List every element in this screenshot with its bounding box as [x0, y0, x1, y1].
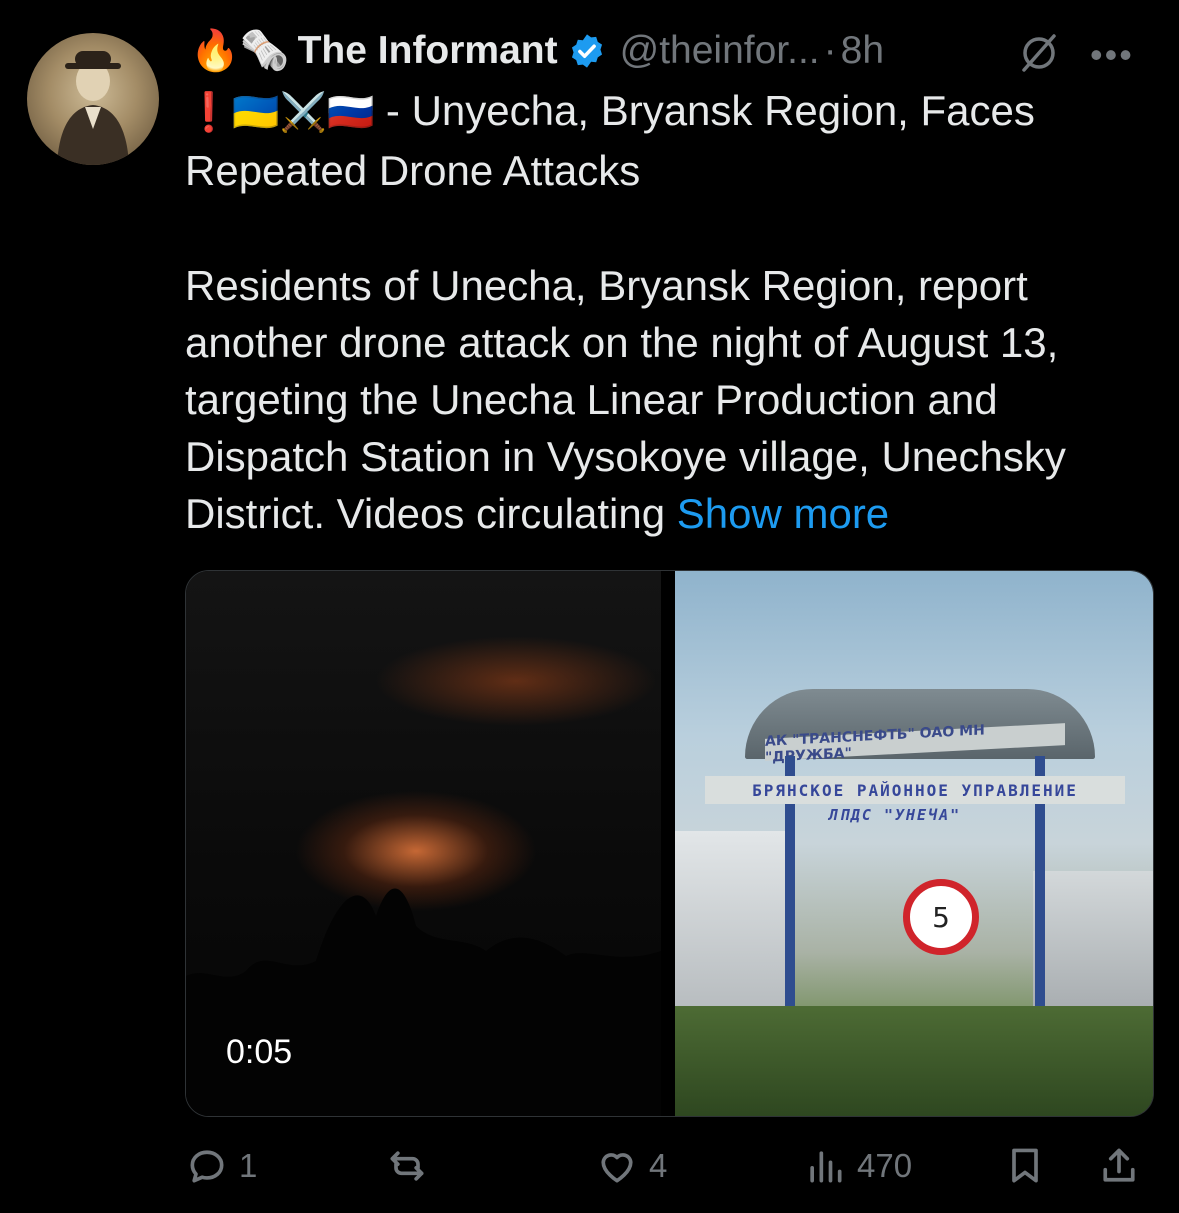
gate-sign-middle: БРЯНСКОЕ РАЙОННОЕ УПРАВЛЕНИЕ	[705, 776, 1125, 804]
reply-count: 1	[239, 1147, 258, 1184]
like-count: 4	[649, 1147, 668, 1184]
retweet-button[interactable]	[385, 1138, 439, 1194]
share-icon	[1103, 1148, 1135, 1182]
hedge	[675, 1006, 1153, 1116]
action-bar: 1 4 470	[185, 1138, 1160, 1194]
reply-button[interactable]: 1	[185, 1138, 257, 1194]
gate-sign-bottom: ЛПДС "УНЕЧА"	[828, 806, 962, 824]
photo-thumbnail[interactable]: АК "ТРАНСНЕФТЬ" ОАО МН "ДРУЖБА" БРЯНСКОЕ…	[675, 571, 1153, 1116]
tweet-body: Residents of Unecha, Bryansk Region, rep…	[185, 257, 1160, 542]
body-text: Residents of Unecha, Bryansk Region, rep…	[185, 262, 1066, 537]
media-grid: 0:05 АК "ТРАНСНЕФТЬ" ОАО МН "ДРУЖБА" БРЯ…	[185, 570, 1154, 1117]
show-more-link[interactable]: Show more	[677, 490, 889, 537]
video-thumbnail[interactable]: 0:05	[186, 571, 661, 1116]
tweet-headline: ❗🇺🇦⚔️🇷🇺 - Unyecha, Bryansk Region, Faces…	[185, 82, 1160, 199]
tweet-text: ❗🇺🇦⚔️🇷🇺 - Unyecha, Bryansk Region, Faces…	[185, 82, 1160, 542]
views-button[interactable]: 470	[803, 1138, 912, 1194]
building-left	[675, 831, 785, 1011]
avatar[interactable]	[27, 33, 159, 165]
grok-icon[interactable]	[1016, 30, 1062, 76]
views-count: 470	[857, 1147, 913, 1184]
flag-emojis: ❗🇺🇦⚔️🇷🇺	[185, 92, 375, 134]
handle[interactable]: @theinfor...	[620, 29, 820, 73]
video-duration: 0:05	[226, 1033, 293, 1071]
header-emoji: 🔥🗞️	[190, 29, 290, 73]
display-name[interactable]: The Informant	[298, 29, 558, 73]
more-icon[interactable]: •••	[1090, 34, 1134, 76]
reply-icon	[190, 1150, 224, 1183]
bookmark-button[interactable]	[1003, 1138, 1047, 1194]
timestamp[interactable]: 8h	[841, 29, 884, 73]
retweet-icon	[390, 1151, 424, 1181]
like-button[interactable]: 4	[595, 1138, 667, 1194]
bookmark-icon	[1012, 1148, 1038, 1183]
building-right	[1033, 871, 1153, 1011]
verified-badge-icon	[571, 34, 602, 68]
separator-dot: ·	[823, 29, 837, 72]
speed-limit-sign: 5	[903, 879, 979, 955]
heart-icon	[601, 1153, 633, 1183]
views-icon	[810, 1151, 842, 1183]
avatar-photo-icon	[57, 51, 129, 165]
share-button[interactable]	[1097, 1138, 1141, 1194]
tweet-header: 🔥🗞️ The Informant @theinfor... · 8h •••	[190, 22, 1160, 80]
